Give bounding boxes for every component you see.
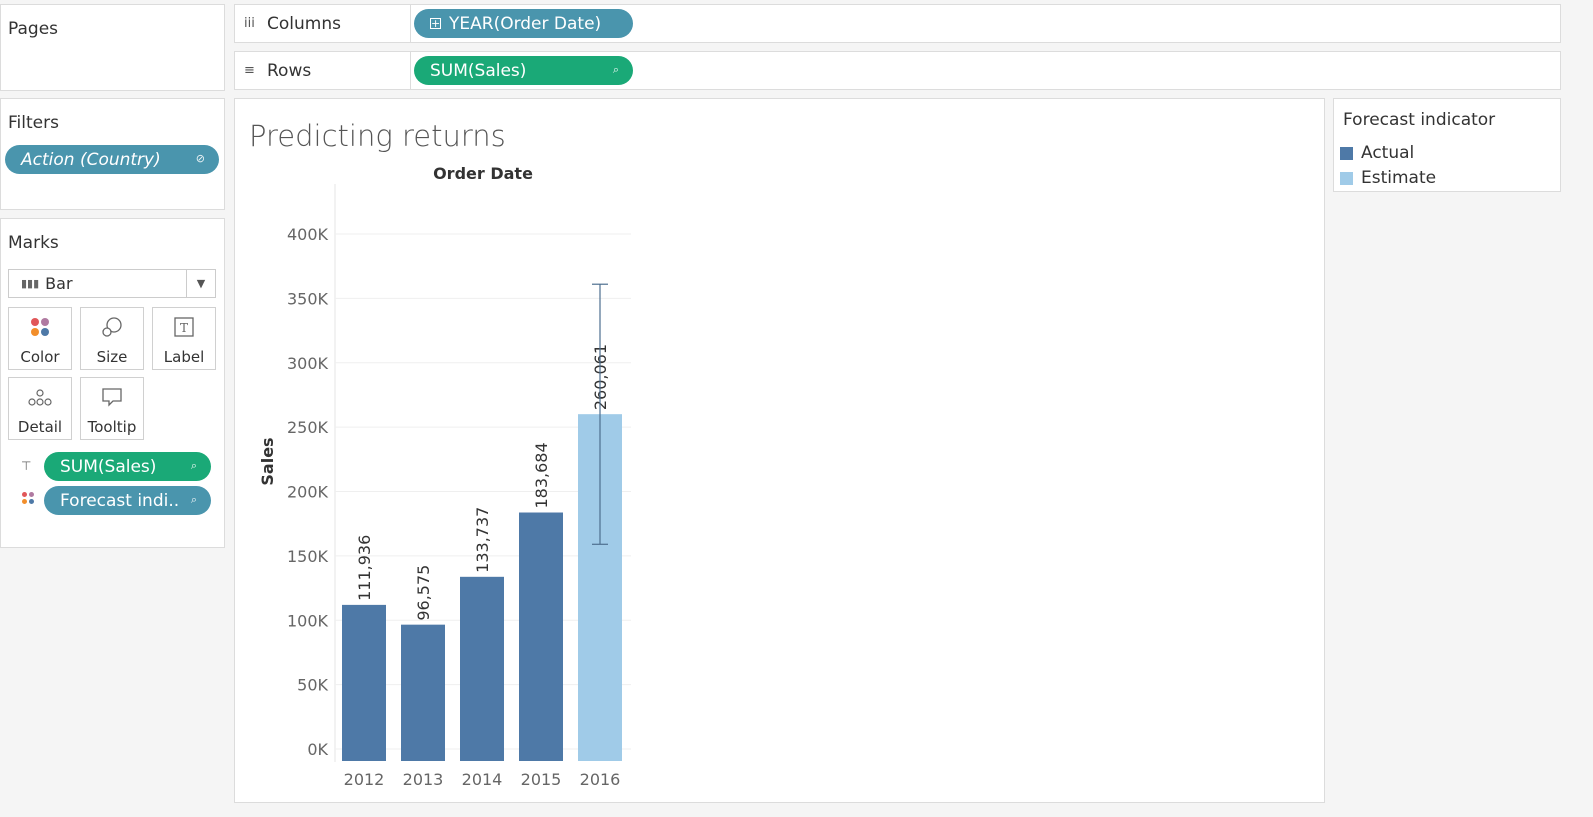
marks-pill-sales[interactable]: SUM(Sales) ⌕	[44, 452, 211, 481]
tooltip-button-label: Tooltip	[87, 418, 137, 436]
y-tick-label: 350K	[287, 289, 329, 308]
bar-2014	[460, 576, 504, 761]
legend-item-actual[interactable]: Actual	[1340, 143, 1414, 163]
rows-shelf[interactable]: ≡ Rows SUM(Sales) ⌕	[234, 51, 1561, 90]
x-tick-label: 2014	[462, 770, 503, 789]
legend-card: Forecast indicator Actual Estimate	[1333, 98, 1561, 192]
columns-label: Columns	[267, 13, 341, 34]
detail-button-label: Detail	[17, 418, 63, 436]
y-tick-label: 0K	[307, 740, 328, 759]
link-icon: ⊘	[195, 152, 205, 165]
label-icon: ⊤	[21, 459, 32, 473]
rows-label: Rows	[267, 60, 312, 81]
columns-icon: iii	[244, 16, 255, 31]
filters-title: Filters	[8, 113, 59, 133]
y-tick-label: 150K	[287, 547, 329, 566]
color-button-label: Color	[20, 348, 60, 366]
rows-icon: ≡	[244, 63, 255, 78]
label-button-label: Label	[163, 348, 205, 366]
filters-card: Filters Action (Country) ⊘	[0, 98, 225, 210]
legend-label-actual: Actual	[1361, 143, 1415, 163]
filter-pill[interactable]: Action (Country) ⊘	[5, 145, 219, 174]
bar-2015	[519, 512, 563, 761]
y-axis-title: Sales	[258, 437, 277, 485]
marks-pill-forecast[interactable]: Forecast indi.. ⌕	[44, 486, 211, 515]
expand-icon[interactable]: +	[430, 18, 441, 29]
data-label-2014: 133,737	[473, 507, 492, 573]
x-tick-label: 2013	[403, 770, 444, 789]
data-label-2012: 111,936	[355, 535, 374, 601]
data-label-2013: 96,575	[414, 565, 433, 621]
legend-title: Forecast indicator	[1343, 110, 1496, 130]
detail-icon	[9, 386, 71, 413]
continuous-icon: ⌕	[612, 63, 619, 76]
columns-shelf[interactable]: iii Columns + YEAR(Order Date)	[234, 4, 1561, 43]
legend-swatch-actual	[1340, 146, 1353, 160]
y-tick-label: 250K	[287, 418, 329, 437]
y-tick-label: 300K	[287, 354, 329, 373]
size-button[interactable]: Size	[80, 307, 144, 370]
chevron-down-icon[interactable]: ▼	[186, 270, 215, 297]
pages-card: Pages	[0, 4, 225, 91]
label-button[interactable]: T Label	[152, 307, 216, 370]
bar-2013	[401, 624, 445, 761]
columns-pill[interactable]: + YEAR(Order Date)	[414, 9, 633, 38]
viz-card: Predicting returns Order Date 0K 50K 100K 15…	[234, 98, 1325, 803]
marks-pill-forecast-label: Forecast indi..	[60, 490, 180, 511]
label-icon: T	[153, 316, 215, 343]
columns-pill-label: YEAR(Order Date)	[449, 13, 602, 34]
bar-chart-icon: ▮▮▮	[21, 277, 40, 290]
columns-shelf-label: iii Columns	[235, 5, 411, 42]
color-button[interactable]: Color	[8, 307, 72, 370]
svg-text:T: T	[180, 321, 188, 335]
y-tick-label: 200K	[287, 483, 329, 502]
bar-2012	[342, 604, 386, 761]
filter-pill-label: Action (Country)	[21, 149, 161, 170]
detail-button[interactable]: Detail	[8, 377, 72, 440]
legend-swatch-estimate	[1340, 171, 1353, 185]
legend-item-estimate[interactable]: Estimate	[1340, 168, 1436, 188]
bar-chart: Order Date 0K 50K 100K 150K 200K 250K 300K 350K 4…	[258, 164, 631, 789]
marks-card: Marks ▮▮▮ Bar ▼ Color Size T Label Detai…	[0, 218, 225, 548]
size-button-label: Size	[96, 348, 128, 366]
y-tick-label: 400K	[287, 225, 329, 244]
color-icon	[21, 491, 35, 508]
continuous-icon: ⌕	[190, 493, 197, 506]
rows-pill-label: SUM(Sales)	[430, 60, 527, 81]
y-tick-label: 100K	[287, 611, 329, 630]
tooltip-button[interactable]: Tooltip	[80, 377, 144, 440]
data-label-2015: 183,684	[532, 442, 551, 508]
marks-title: Marks	[8, 233, 59, 253]
marks-pill-sales-label: SUM(Sales)	[60, 456, 157, 477]
legend-label-estimate: Estimate	[1361, 168, 1437, 188]
x-tick-label: 2012	[344, 770, 385, 789]
rows-pill[interactable]: SUM(Sales) ⌕	[414, 56, 633, 85]
mark-type-select[interactable]: ▮▮▮ Bar ▼	[8, 269, 216, 298]
pages-title: Pages	[8, 19, 59, 39]
tooltip-icon	[81, 386, 143, 413]
x-tick-label: 2015	[521, 770, 562, 789]
mark-type-label: Bar	[45, 274, 73, 293]
size-icon	[81, 316, 143, 343]
column-header: Order Date	[433, 164, 533, 183]
rows-shelf-label: ≡ Rows	[235, 52, 411, 89]
x-tick-label: 2016	[580, 770, 621, 789]
y-tick-label: 50K	[297, 676, 328, 695]
color-icon	[9, 316, 71, 343]
continuous-icon: ⌕	[190, 459, 197, 472]
